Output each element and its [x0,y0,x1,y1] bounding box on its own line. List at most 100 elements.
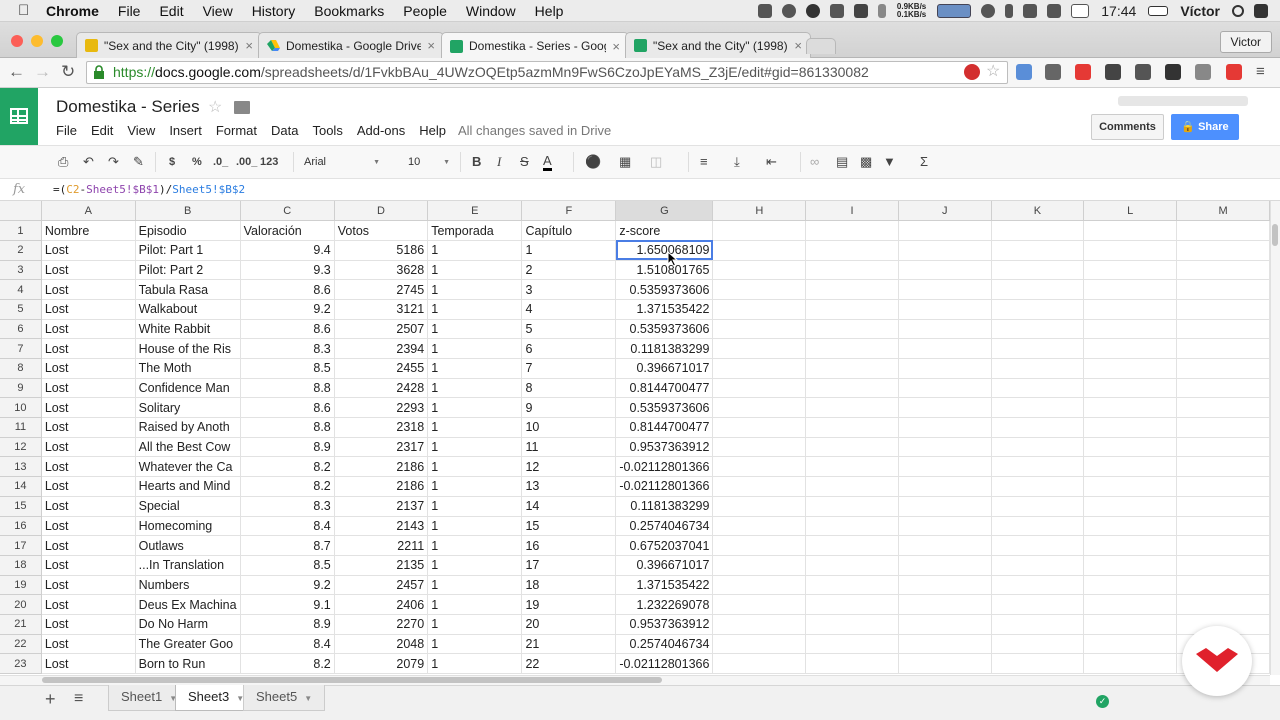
empty-cell[interactable] [712,535,807,556]
empty-cell[interactable] [1176,279,1270,300]
notification-center-icon[interactable] [1254,4,1268,18]
docs-menu-view[interactable]: View [127,123,155,138]
empty-cell[interactable] [805,594,899,615]
profile-button[interactable]: Victor [1219,31,1272,53]
browser-tab[interactable]: "Sex and the City" (1998) × [76,32,262,58]
empty-cell[interactable] [991,516,1085,537]
star-icon[interactable]: ☆ [208,97,222,117]
cell[interactable]: 1 [427,594,523,615]
empty-cell[interactable] [1176,358,1270,379]
empty-cell[interactable] [1083,653,1178,674]
cell[interactable]: Episodio [135,220,241,241]
cell[interactable]: 0.5359373606 [615,319,714,340]
empty-cell[interactable] [805,279,899,300]
empty-cell[interactable] [805,397,899,419]
spreadsheet-grid[interactable]: A B C D E F G H I J K L M 1 Nombre Episodi… [0,201,1270,675]
empty-cell[interactable] [712,299,807,320]
cell[interactable]: 2137 [334,496,429,517]
empty-cell[interactable] [898,417,992,438]
cell[interactable]: 22 [521,653,617,674]
empty-cell[interactable] [712,319,807,340]
cell[interactable]: 2394 [334,338,429,359]
folder-icon[interactable] [234,101,250,114]
cell[interactable]: Lost [41,535,136,556]
cell[interactable]: 1 [427,476,523,497]
empty-cell[interactable] [991,299,1085,320]
docs-menu-format[interactable]: Format [216,123,257,138]
cell[interactable]: 2428 [334,378,429,399]
cell[interactable]: 2143 [334,516,429,537]
time-machine-icon[interactable] [981,4,996,18]
empty-cell[interactable] [991,260,1085,281]
empty-cell[interactable] [991,378,1085,399]
empty-cell[interactable] [991,476,1085,497]
save-status[interactable]: All changes saved in Drive [458,123,611,138]
empty-cell[interactable] [1083,397,1178,419]
empty-cell[interactable] [898,260,992,281]
cell[interactable]: 1.510801765 [615,260,714,281]
empty-cell[interactable] [1176,575,1270,596]
empty-cell[interactable] [1083,575,1178,596]
empty-cell[interactable] [991,575,1085,596]
cell[interactable]: 0.9537363912 [615,437,714,458]
cell[interactable]: The Moth [135,358,241,379]
cell[interactable]: 1 [427,279,523,300]
empty-cell[interactable] [898,594,992,615]
empty-cell[interactable] [1083,535,1178,556]
cell[interactable]: Special [135,496,241,517]
wifi-icon[interactable] [1023,4,1038,18]
cell[interactable]: 1.371535422 [615,575,714,596]
cell[interactable]: 1 [427,358,523,379]
empty-cell[interactable] [898,437,992,458]
cell[interactable]: Lost [41,299,136,320]
empty-cell[interactable] [805,476,899,497]
empty-cell[interactable] [712,653,807,674]
empty-cell[interactable] [1083,555,1178,576]
cell[interactable]: 1 [427,555,523,576]
cell[interactable]: 3121 [334,299,429,320]
cell[interactable]: 17 [521,555,617,576]
empty-cell[interactable] [805,240,899,261]
strikethrough-button[interactable]: S [520,154,529,170]
cell[interactable]: 10 [521,417,617,438]
cell[interactable]: Lost [41,496,136,517]
row-header[interactable]: 13 [0,456,42,478]
cell[interactable]: Lost [41,614,136,635]
empty-cell[interactable] [712,516,807,537]
cell[interactable]: Lost [41,594,136,615]
cell[interactable]: -0.02112801366 [615,476,714,497]
record-icon[interactable] [805,4,820,18]
lastpass-icon[interactable] [964,64,980,80]
empty-cell[interactable] [712,358,807,379]
cell[interactable]: 8.9 [240,437,335,458]
empty-cell[interactable] [898,653,992,674]
cell[interactable]: 9.2 [240,575,335,596]
cell[interactable]: Lost [41,634,136,655]
menu-window[interactable]: Window [466,3,516,19]
row-header[interactable]: 14 [0,476,42,497]
cell[interactable]: 1 [427,653,523,674]
cell[interactable]: 0.8144700477 [615,417,714,438]
cell[interactable]: Lost [41,437,136,458]
cell[interactable]: Whatever the Ca [135,456,241,478]
decrease-decimal-button[interactable]: .0_ [213,154,228,170]
empty-cell[interactable] [712,594,807,615]
empty-cell[interactable] [898,338,992,359]
cell[interactable]: 1 [427,496,523,517]
empty-cell[interactable] [1176,417,1270,438]
empty-cell[interactable] [991,338,1085,359]
notification-icon[interactable] [781,4,796,18]
row-header[interactable]: 20 [0,594,42,615]
empty-cell[interactable] [712,456,807,478]
cell[interactable]: 0.396671017 [615,358,714,379]
apple-menu-icon[interactable]:  [18,2,34,19]
cell[interactable]: House of the Ris [135,338,241,359]
empty-cell[interactable] [991,417,1085,438]
empty-cell[interactable] [712,397,807,419]
empty-cell[interactable] [712,437,807,458]
empty-cell[interactable] [991,614,1085,635]
extension-icon[interactable] [1135,64,1151,80]
cell[interactable]: 8.8 [240,378,335,399]
cell[interactable]: 8.2 [240,456,335,478]
empty-cell[interactable] [898,240,992,261]
